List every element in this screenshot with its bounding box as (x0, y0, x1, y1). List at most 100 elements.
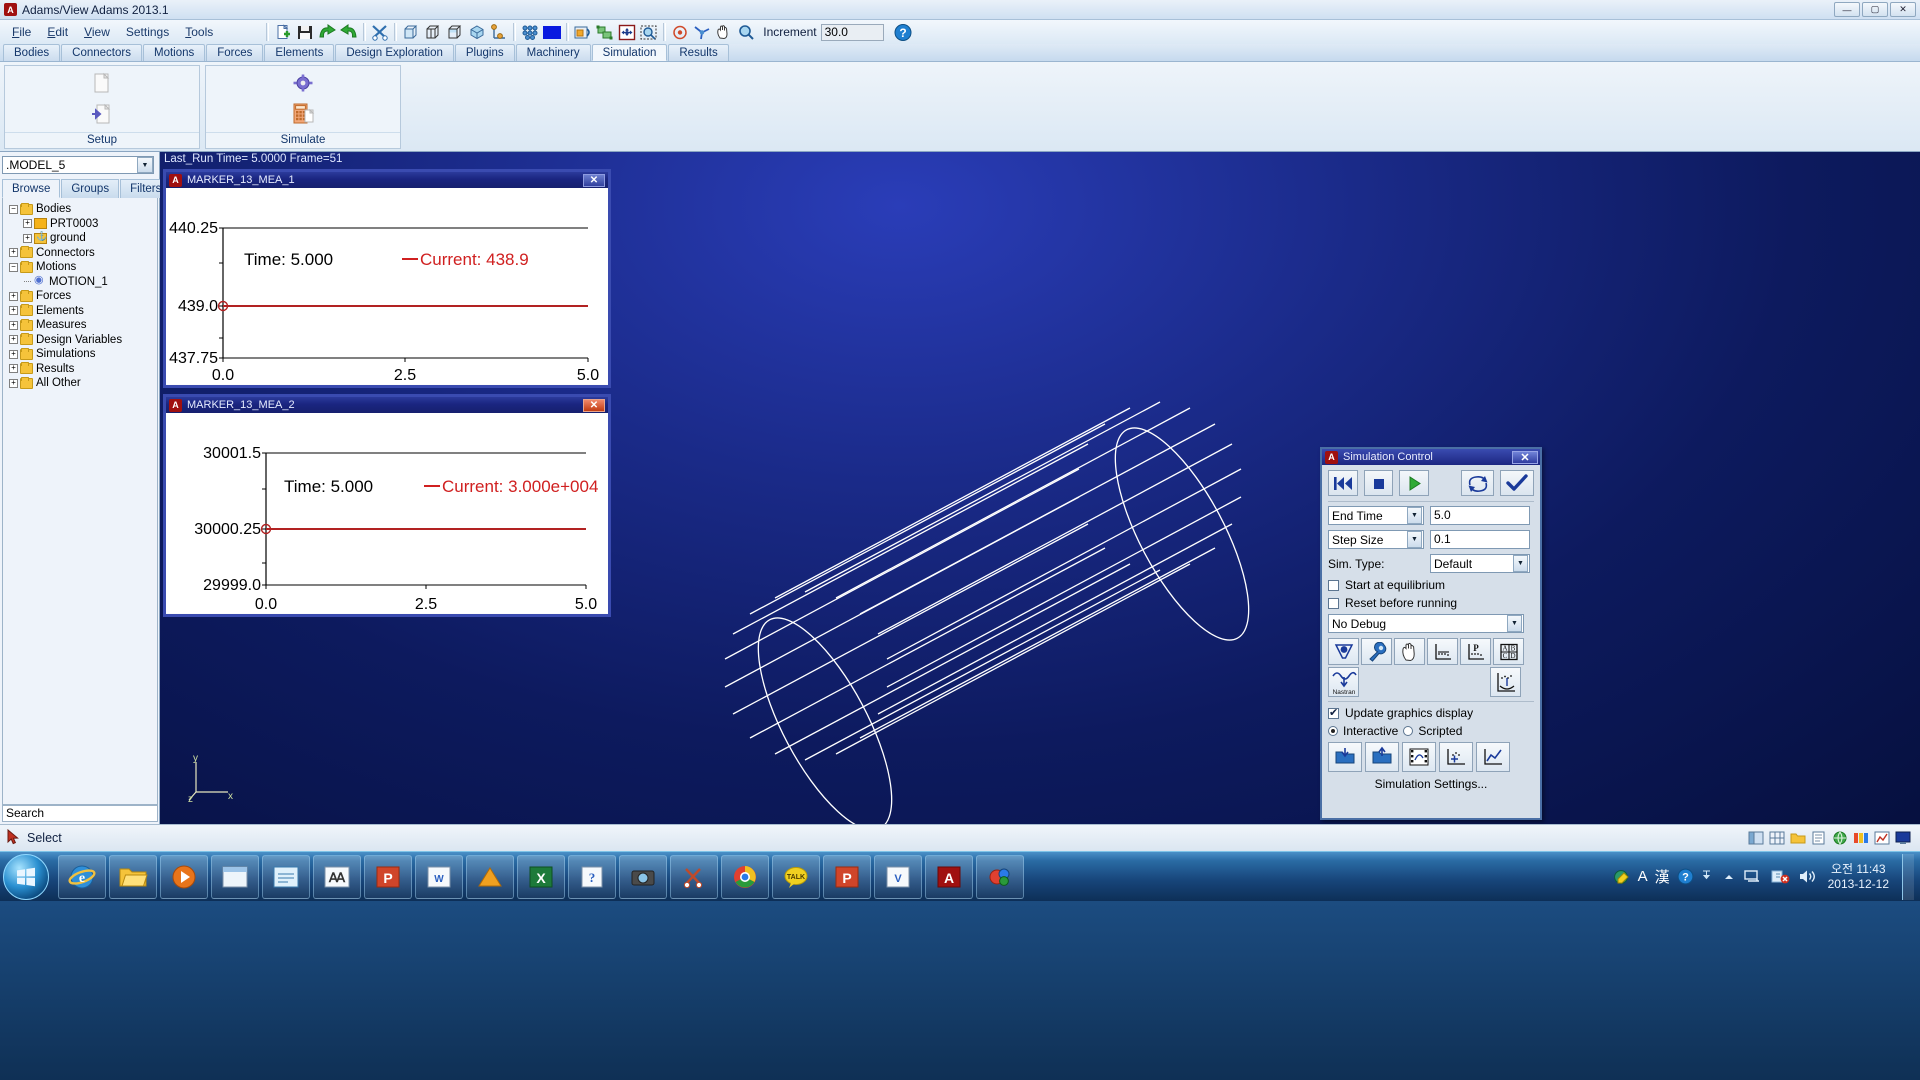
tab-design-exploration[interactable]: Design Exploration (335, 44, 454, 61)
globe-icon[interactable] (1831, 830, 1849, 846)
start-button[interactable] (3, 853, 49, 900)
ime-language-han[interactable]: 漢 (1655, 866, 1670, 887)
zoom-icon[interactable] (735, 22, 757, 42)
tab-browse[interactable]: Browse (2, 179, 61, 198)
menu-file[interactable]: FFileile (4, 23, 39, 41)
taskbar-word-icon[interactable]: W (415, 854, 463, 899)
molecule-icon[interactable] (519, 22, 541, 42)
calculator-icon[interactable] (290, 102, 316, 131)
tree-item-design-variables[interactable]: + Design Variables (9, 333, 157, 348)
redo-icon[interactable] (316, 22, 338, 42)
reset-button[interactable] (1460, 470, 1495, 496)
checkbox-box[interactable] (1328, 706, 1339, 719)
ribbon-group-setup-label[interactable]: Setup (5, 132, 199, 148)
taskbar-solidworks-icon[interactable] (976, 854, 1024, 899)
undo-icon[interactable] (338, 22, 360, 42)
tree-item-measures[interactable]: + Measures (9, 318, 157, 333)
expand-toggle-icon[interactable]: + (9, 320, 18, 330)
document-import-icon[interactable] (90, 102, 114, 131)
menu-edit[interactable]: Edit (39, 23, 76, 41)
taskbar-scissors-icon[interactable] (670, 854, 718, 899)
checkbox-box[interactable] (1328, 579, 1339, 591)
volume-icon[interactable] (1797, 868, 1817, 885)
menu-settings[interactable]: Settings (118, 23, 177, 41)
target-icon[interactable] (669, 22, 691, 42)
save-sim-icon[interactable] (1328, 742, 1362, 772)
tree-item-all-other[interactable]: + All Other (9, 376, 157, 391)
expand-toggle-icon[interactable]: + (9, 349, 18, 359)
document-icon[interactable] (90, 72, 114, 101)
update-graphics-checkbox[interactable]: Update graphics display (1328, 706, 1534, 720)
taskbar-folder-explorer-icon[interactable] (109, 854, 157, 899)
network-icon[interactable] (1743, 868, 1763, 885)
expand-toggle-icon[interactable]: + (9, 364, 18, 374)
taskbar-visio-icon[interactable]: V (874, 854, 922, 899)
sim-type-select[interactable]: Default ▼ (1430, 554, 1530, 573)
chevron-down-icon[interactable]: ▼ (1507, 615, 1522, 632)
ribbon-group-simulate-label[interactable]: Simulate (206, 132, 400, 148)
tree-item-results[interactable]: + Results (9, 362, 157, 377)
help-circle-icon[interactable]: ? (1677, 868, 1694, 885)
start-at-equilibrium-checkbox[interactable]: Start at equilibrium (1328, 578, 1534, 592)
wireframe-view-icon[interactable] (422, 22, 444, 42)
plot-anchor-icon[interactable] (1490, 667, 1521, 697)
taskbar-camera-icon[interactable] (619, 854, 667, 899)
expand-toggle-icon[interactable]: + (9, 248, 18, 258)
security-icon[interactable] (1770, 868, 1790, 885)
search-input[interactable]: Search (2, 805, 158, 822)
tab-elements[interactable]: Elements (264, 44, 335, 61)
reset-before-running-checkbox[interactable]: Reset before running (1328, 596, 1534, 610)
end-time-input[interactable]: 5.0 (1430, 506, 1530, 525)
menu-view[interactable]: View (76, 23, 118, 41)
save-icon[interactable] (294, 22, 316, 42)
tree-item-prt0003[interactable]: + PRT0003 (9, 217, 157, 232)
plot-window-marker-13-mea-2[interactable]: A MARKER_13_MEA_2 ✕ 30001.5 30000.25 299… (163, 394, 611, 617)
zoom-select-icon[interactable] (638, 22, 660, 42)
panel-icon[interactable] (1747, 830, 1765, 846)
tab-machinery[interactable]: Machinery (515, 44, 591, 61)
expand-toggle-icon[interactable]: + (23, 219, 32, 229)
chevron-down-icon[interactable]: ▼ (1407, 507, 1422, 524)
ime-pen-icon[interactable] (1613, 869, 1631, 885)
expand-toggle-icon[interactable]: + (9, 306, 18, 316)
grid-icon[interactable] (1768, 830, 1786, 846)
plot-points-icon[interactable] (1427, 638, 1458, 665)
taskbar-powerpoint2-icon[interactable]: P (823, 854, 871, 899)
tab-connectors[interactable]: Connectors (61, 44, 142, 61)
end-time-select[interactable]: End Time ▼ (1328, 506, 1424, 525)
tree-item-connectors[interactable]: + Connectors (9, 246, 157, 261)
apply-button[interactable] (1500, 470, 1535, 496)
pan-hand-icon[interactable] (713, 22, 735, 42)
nastran-icon[interactable]: Nastran (1328, 667, 1359, 697)
wrench-icon[interactable] (1361, 638, 1392, 665)
folder-icon[interactable] (1789, 830, 1807, 846)
expand-toggle-icon[interactable]: + (9, 378, 18, 388)
collapse-toggle-icon[interactable]: − (9, 204, 18, 214)
play-button[interactable] (1399, 470, 1430, 496)
taskbar-internet-explorer-icon[interactable]: e (58, 854, 106, 899)
taskbar-excel-icon[interactable]: X (517, 854, 565, 899)
new-file-icon[interactable] (272, 22, 294, 42)
scripted-radio[interactable] (1403, 726, 1414, 736)
tab-motions[interactable]: Motions (142, 44, 206, 61)
equilibrium-icon[interactable] (1328, 638, 1359, 665)
tree-item-bodies[interactable]: − Bodies (9, 202, 157, 217)
maximize-button[interactable]: ▢ (1862, 2, 1888, 17)
model-tree[interactable]: − Bodies + PRT0003 + ground + Connectors − Mo… (2, 198, 158, 805)
model-select[interactable]: .MODEL_5 ▼ (2, 156, 154, 174)
tab-groups[interactable]: Groups (61, 179, 120, 198)
chart-icon[interactable] (1873, 830, 1891, 846)
taskbar-autodesk-icon[interactable] (466, 854, 514, 899)
dialog-title-bar[interactable]: A Simulation Control ✕ (1322, 449, 1540, 465)
show-hidden-icons[interactable] (1722, 870, 1736, 884)
taskbar-acad-icon[interactable]: Ꜳ (313, 854, 361, 899)
palette-icon[interactable] (1852, 830, 1870, 846)
tree-item-forces[interactable]: + Forces (9, 289, 157, 304)
taskbar-media-player-icon[interactable] (160, 854, 208, 899)
ime-language-a[interactable]: A (1638, 868, 1648, 885)
tree-item-motions[interactable]: − Motions (9, 260, 157, 275)
taskbar-app-window-icon[interactable] (262, 854, 310, 899)
taskbar-chrome-icon[interactable] (721, 854, 769, 899)
minimize-button[interactable]: — (1834, 2, 1860, 17)
taskbar-pdf-icon[interactable]: ? (568, 854, 616, 899)
